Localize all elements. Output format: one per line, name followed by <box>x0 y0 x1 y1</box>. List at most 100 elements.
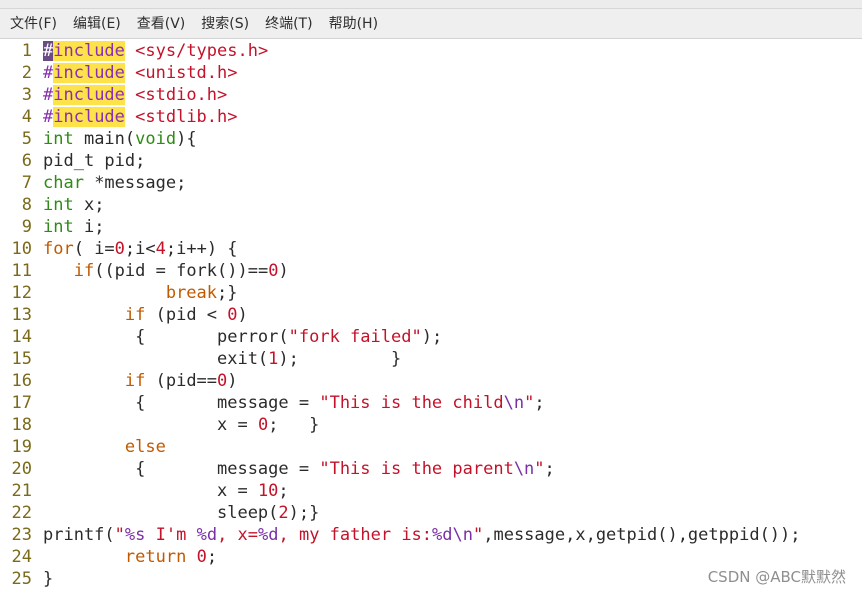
code-token: );} <box>288 503 320 523</box>
line-code[interactable]: x = 0; } <box>43 414 319 436</box>
code-token: "fork failed" <box>288 327 422 347</box>
line-number: 19 <box>11 437 32 457</box>
menu-edit[interactable]: 编辑(E) <box>65 9 129 39</box>
line-number: 5 <box>21 129 32 149</box>
line-code[interactable]: printf("%s I'm %d, x=%d, my father is:%d… <box>43 524 801 546</box>
code-token: ( i= <box>73 239 115 259</box>
code-editor[interactable]: 1 #include <sys/types.h> 2 #include <unistd… <box>0 40 862 595</box>
code-token: main( <box>73 129 136 149</box>
code-token: \n <box>503 393 525 413</box>
line-code[interactable]: return 0; <box>43 546 217 568</box>
line-number: 13 <box>11 305 32 325</box>
line-number: 16 <box>11 371 32 391</box>
line-code[interactable]: break;} <box>43 282 238 304</box>
code-token: { perror( <box>43 327 289 347</box>
line-code[interactable]: int main(void){ <box>43 128 197 150</box>
line-number: 12 <box>11 283 32 303</box>
line-code[interactable]: int x; <box>43 194 104 216</box>
line-code[interactable]: { message = "This is the parent\n"; <box>43 458 555 480</box>
code-token: 0 <box>196 547 207 567</box>
line-code[interactable]: pid_t pid; <box>43 150 145 172</box>
code-token: ; <box>534 393 545 413</box>
code-token: include <box>53 41 125 61</box>
code-token: ; } <box>268 415 320 435</box>
code-token: ) <box>237 305 248 325</box>
menu-terminal[interactable]: 终端(T) <box>257 9 320 39</box>
code-token: x; <box>73 195 105 215</box>
line-number: 22 <box>11 503 32 523</box>
code-token: I'm <box>145 525 197 545</box>
line-number: 21 <box>11 481 32 501</box>
code-token: <stdio.h> <box>124 85 228 105</box>
code-token: ); <box>421 327 443 347</box>
line-number: 6 <box>21 151 32 171</box>
code-token: ) <box>278 261 289 281</box>
line-code[interactable]: if (pid < 0) <box>43 304 248 326</box>
code-token: break <box>165 283 218 303</box>
code-token: %d\n <box>432 525 473 545</box>
code-token: " <box>472 525 484 545</box>
code-token: ((pid = fork())== <box>94 261 269 281</box>
line-code[interactable]: #include <sys/types.h> <box>43 40 268 62</box>
code-token: " <box>524 393 535 413</box>
code-token: # <box>43 107 54 127</box>
code-token: printf( <box>43 525 115 545</box>
line-number: 11 <box>11 261 32 281</box>
line-code[interactable]: { message = "This is the child\n"; <box>43 392 545 414</box>
code-token: # <box>43 41 54 61</box>
code-token: if <box>124 371 146 391</box>
code-token: \n <box>513 459 535 479</box>
menu-file[interactable]: 文件(F) <box>2 9 65 39</box>
menu-search[interactable]: 搜索(S) <box>193 9 257 39</box>
line-number: 9 <box>21 217 32 237</box>
line-code[interactable]: else <box>43 436 166 458</box>
line-code[interactable]: exit(1); } <box>43 348 401 370</box>
code-token: *message; <box>83 173 187 193</box>
line-code[interactable]: sleep(2);} <box>43 502 319 524</box>
line-number: 18 <box>11 415 32 435</box>
line-code[interactable]: #include <unistd.h> <box>43 62 238 84</box>
code-token: for <box>43 239 74 259</box>
code-token: i; <box>73 217 105 237</box>
line-code[interactable]: int i; <box>43 216 104 238</box>
line-code[interactable]: char *message; <box>43 172 186 194</box>
code-token: include <box>53 107 125 127</box>
line-number: 15 <box>11 349 32 369</box>
line-number: 7 <box>21 173 32 193</box>
menu-view[interactable]: 查看(V) <box>129 9 194 39</box>
line-code[interactable]: #include <stdio.h> <box>43 84 227 106</box>
code-token: ;i< <box>124 239 156 259</box>
code-token: include <box>53 63 125 83</box>
code-token: x = <box>43 415 258 435</box>
code-token: 2 <box>278 503 289 523</box>
menu-help[interactable]: 帮助(H) <box>321 9 386 39</box>
code-token: ;i++) { <box>165 239 238 259</box>
code-token: if <box>124 305 146 325</box>
code-token: int <box>43 129 74 149</box>
menubar: 文件(F) 编辑(E) 查看(V) 搜索(S) 终端(T) 帮助(H) <box>0 9 862 39</box>
line-code[interactable]: x = 10; <box>43 480 289 502</box>
code-token: # <box>43 63 54 83</box>
line-number: 10 <box>11 239 32 259</box>
code-token: (pid < <box>145 305 228 325</box>
line-code[interactable]: if((pid = fork())==0) <box>43 260 289 282</box>
line-number: 25 <box>11 569 32 589</box>
code-token: 0 <box>217 371 228 391</box>
code-token: ; <box>544 459 555 479</box>
line-code[interactable]: if (pid==0) <box>43 370 238 392</box>
line-code[interactable]: #include <stdlib.h> <box>43 106 238 128</box>
code-token: " <box>114 525 125 545</box>
line-code[interactable]: { perror("fork failed"); <box>43 326 442 348</box>
line-number: 1 <box>21 41 32 61</box>
code-token: int <box>43 217 74 237</box>
code-token: <sys/types.h> <box>124 41 269 61</box>
line-code[interactable]: } <box>43 568 53 590</box>
line-code[interactable]: for( i=0;i<4;i++) { <box>43 238 238 260</box>
code-token: 0 <box>268 261 279 281</box>
line-number: 17 <box>11 393 32 413</box>
